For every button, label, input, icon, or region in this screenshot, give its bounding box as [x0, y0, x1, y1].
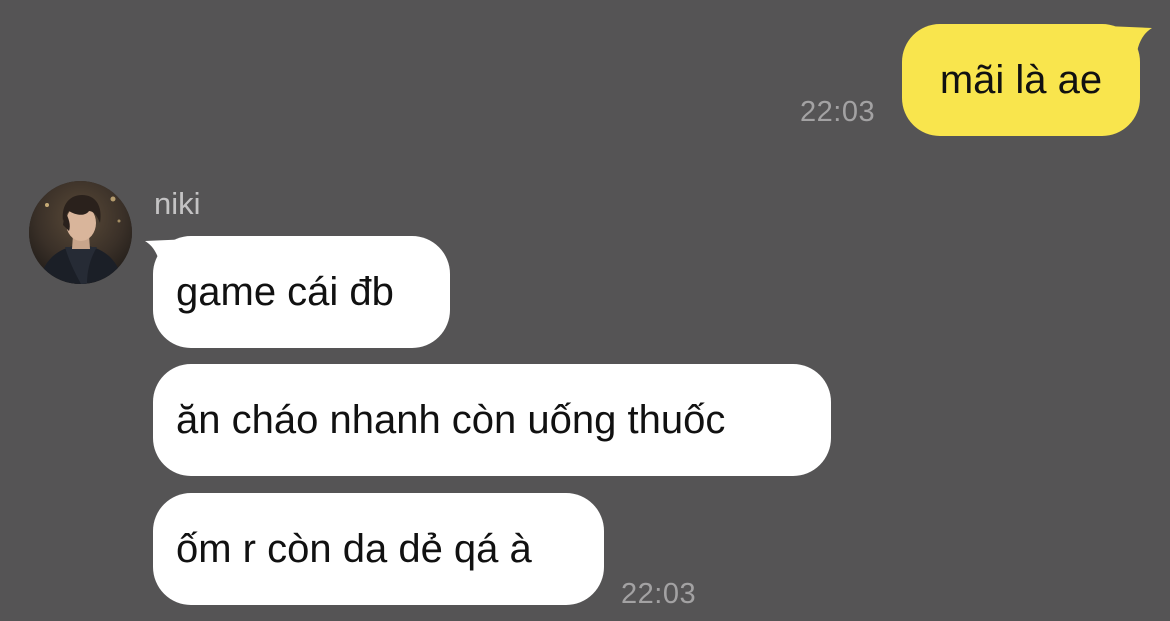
- message-text: mãi là ae: [939, 57, 1103, 102]
- message-text: ăn cháo nhanh còn uống thuốc: [176, 397, 726, 442]
- message-timestamp: 22:03: [800, 96, 876, 128]
- user-photo-avatar-icon: [29, 181, 132, 284]
- sender-name: niki: [154, 186, 201, 221]
- message-text: ốm r còn da dẻ qá à: [176, 526, 532, 571]
- message-text: game cái đb: [176, 269, 394, 314]
- incoming-message-bubble[interactable]: ăn cháo nhanh còn uống thuốc: [153, 364, 831, 476]
- incoming-message-bubble[interactable]: ốm r còn da dẻ qá à: [153, 493, 604, 605]
- outgoing-message-bubble[interactable]: mãi là ae: [902, 24, 1140, 136]
- chat-view[interactable]: mãi là ae 22:03 niki game cái đb ăn cháo…: [0, 0, 1170, 621]
- incoming-message-bubble[interactable]: game cái đb: [153, 236, 450, 348]
- message-timestamp: 22:03: [621, 578, 697, 610]
- sender-avatar[interactable]: [29, 181, 132, 284]
